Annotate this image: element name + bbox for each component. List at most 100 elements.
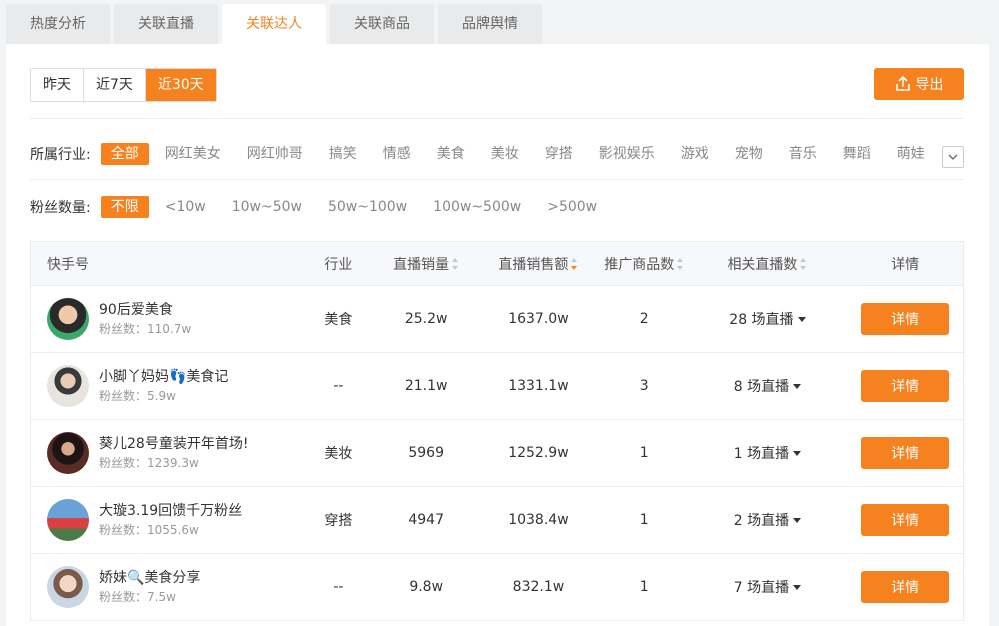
sort-icon [677,257,684,270]
date-yesterday-button[interactable]: 昨天 [31,69,84,101]
avatar[interactable] [47,566,89,608]
industry-chip-all[interactable]: 全部 [100,143,149,165]
account-cell: 小脚丫妈妈👣美食记 粉丝数：5.9w [31,365,300,407]
live-sales-cell: 4947 [408,512,444,528]
industry-chip[interactable]: 网红帅哥 [237,143,313,165]
products-cell: 2 [639,311,649,327]
account-cell: 90后爱美食 粉丝数：110.7w [31,298,300,340]
avatar[interactable] [47,365,89,407]
caret-down-icon [797,316,806,322]
industry-filter-label: 所属行业: [30,147,91,163]
live-sales-cell: 21.1w [404,378,448,394]
live-revenue-cell: 1331.1w [508,378,569,394]
avatar[interactable] [47,298,89,340]
live-revenue-cell: 832.1w [512,579,565,595]
detail-button[interactable]: 详情 [861,370,950,402]
export-button[interactable]: 导出 [874,68,964,100]
detail-cell: 详情 [847,571,963,603]
caret-down-icon [793,584,802,590]
detail-button[interactable]: 详情 [861,303,950,335]
industry-chip[interactable]: 美妆 [481,143,529,165]
table-row: 90后爱美食 粉丝数：110.7w 美食 25.2w 1637.0w 2 28 … [30,286,964,353]
industry-chip[interactable]: 宠物 [725,143,773,165]
account-cell: 大璇3.19回馈千万粉丝 粉丝数：1055.6w [31,499,300,541]
industry-chip[interactable]: 穿搭 [535,143,583,165]
table-row: 葵儿28号童装开年首场! 粉丝数：1239.3w 美妆 5969 1252.9w… [30,420,964,487]
account-cell: 葵儿28号童装开年首场! 粉丝数：1239.3w [31,432,300,474]
related-lives-dropdown[interactable]: 2 场直播 [688,510,848,530]
header-account: 快手号 [47,256,89,273]
industry-chip[interactable]: 萌娃 [887,143,935,165]
industry-cell: 穿搭 [324,513,353,529]
industry-chip[interactable]: 影视娱乐 [589,143,665,165]
detail-cell: 详情 [847,303,963,335]
industry-chip[interactable]: 搞笑 [319,143,367,165]
tab-related-products[interactable]: 关联商品 [330,4,434,44]
tab-brand-sentiment[interactable]: 品牌舆情 [438,4,542,44]
export-label: 导出 [915,77,944,93]
detail-button[interactable]: 详情 [861,437,950,469]
industry-chip[interactable]: 游戏 [671,143,719,165]
fans-chip-unlimited[interactable]: 不限 [100,196,149,218]
table-row: 小脚丫妈妈👣美食记 粉丝数：5.9w -- 21.1w 1331.1w 3 8 … [30,353,964,420]
products-cell: 3 [639,378,649,394]
live-sales-cell: 9.8w [409,579,444,595]
caret-down-icon [793,383,802,389]
date-range-selector: 昨天 近7天 近30天 [30,68,217,102]
products-cell: 1 [639,579,649,595]
related-lives-dropdown[interactable]: 8 场直播 [688,376,848,396]
fans-count: 粉丝数：110.7w [99,322,192,336]
account-name[interactable]: 葵儿28号童装开年首场! [99,434,248,454]
account-cell: 娇妹🔍美食分享 粉丝数：7.5w [31,566,300,608]
industry-cell: -- [333,579,344,595]
sort-desc-icon [571,257,578,270]
table-header: 快手号 行业 直播销量 直播销售额 推广商品数 相关直播数 详情 [30,241,964,286]
caret-down-icon [793,517,802,523]
chevron-down-icon [948,154,958,160]
header-products[interactable]: 推广商品数 [601,254,688,274]
fans-chip[interactable]: 10w~50w [222,196,312,218]
products-cell: 1 [639,445,649,461]
tab-related-live[interactable]: 关联直播 [114,4,218,44]
date-7days-button[interactable]: 近7天 [84,69,146,101]
fans-count: 粉丝数：5.9w [99,389,176,403]
industry-cell: 美妆 [324,446,353,462]
industry-chip[interactable]: 情感 [373,143,421,165]
fans-chip[interactable]: <10w [155,196,216,218]
avatar[interactable] [47,499,89,541]
detail-button[interactable]: 详情 [861,504,950,536]
expand-industries-button[interactable] [942,146,964,168]
avatar[interactable] [47,432,89,474]
industry-cell: -- [333,378,344,394]
products-cell: 1 [639,512,649,528]
header-industry: 行业 [324,256,353,273]
industry-chip[interactable]: 音乐 [779,143,827,165]
related-lives-dropdown[interactable]: 1 场直播 [688,443,848,463]
detail-cell: 详情 [847,437,963,469]
header-live-revenue[interactable]: 直播销售额 [476,254,601,274]
account-name[interactable]: 娇妹🔍美食分享 [99,568,200,588]
related-lives-dropdown[interactable]: 7 场直播 [688,577,848,597]
header-detail: 详情 [891,256,920,273]
header-live-sales[interactable]: 直播销量 [376,254,476,274]
industry-chip[interactable]: 美食 [427,143,475,165]
account-name[interactable]: 小脚丫妈妈👣美食记 [99,367,228,387]
table-row: 娇妹🔍美食分享 粉丝数：7.5w -- 9.8w 832.1w 1 7 场直播 … [30,554,964,621]
fans-chip[interactable]: 100w~500w [423,196,531,218]
live-sales-cell: 25.2w [404,311,448,327]
fans-filter: 粉丝数量: 不限 <10w 10w~50w 50w~100w 100w~500w… [30,196,613,218]
date-30days-button[interactable]: 近30天 [145,69,216,101]
account-name[interactable]: 90后爱美食 [99,300,191,320]
detail-button[interactable]: 详情 [861,571,950,603]
tab-related-influencers[interactable]: 关联达人 [222,4,326,44]
fans-chip[interactable]: >500w [537,196,607,218]
related-lives-dropdown[interactable]: 28 场直播 [688,309,848,329]
industry-chip[interactable]: 网红美女 [155,143,231,165]
header-related-lives[interactable]: 相关直播数 [688,254,848,274]
live-revenue-cell: 1637.0w [508,311,569,327]
account-name[interactable]: 大璇3.19回馈千万粉丝 [99,501,242,521]
fans-filter-label: 粉丝数量: [30,200,91,216]
industry-chip[interactable]: 舞蹈 [833,143,881,165]
tab-heat-analysis[interactable]: 热度分析 [6,4,110,44]
fans-chip[interactable]: 50w~100w [318,196,417,218]
